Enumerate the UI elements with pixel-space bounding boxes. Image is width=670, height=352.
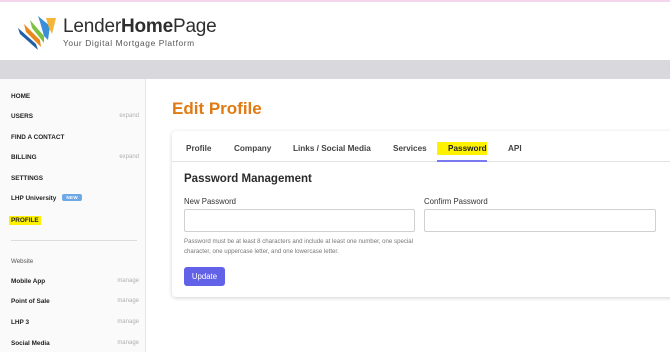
brand-name: LenderHomePage [63,16,217,38]
brand-logo[interactable]: LenderHomePage Your Digital Mortgage Pla… [16,14,217,56]
sidebar-item-label: SETTINGS [11,175,43,182]
update-button[interactable]: Update [184,267,225,286]
page-title: Edit Profile [172,99,262,118]
sidebar-item-label: USERS [11,113,34,120]
manage-link[interactable]: manage [117,340,139,346]
expand-link[interactable]: expand [119,113,139,119]
sidebar-item-mobile-app[interactable]: Mobile App manage [11,276,139,290]
active-tab-indicator [437,160,487,162]
sidebar-item-lhp-3[interactable]: LHP 3 manage [11,317,139,331]
brand-name-part2: Home [120,16,173,37]
expand-link[interactable]: expand [119,154,139,160]
brand-tagline: Your Digital Mortgage Platform [63,38,195,48]
tab-profile[interactable]: Profile [186,144,211,153]
sidebar-item-label: BILLING [11,154,37,161]
profile-card: Profile Company Links / Social Media Ser… [172,131,670,297]
brand-name-part3: Page [172,16,217,37]
confirm-password-input[interactable] [424,209,656,232]
sidebar-item-label: Point of Sale [11,298,50,305]
sidebar-item-label-wrap: LHP University NEW [11,194,82,202]
sidebar-divider [11,240,137,241]
sidebar-item-find-a-contact[interactable]: FIND A CONTACT [11,132,139,146]
sidebar-item-label: LHP University [11,195,57,202]
manage-link[interactable]: manage [117,278,139,284]
top-accent-line [0,0,670,2]
sidebar-item-billing[interactable]: BILLING expand [11,152,139,166]
new-badge: NEW [62,194,82,201]
sidebar-item-home[interactable]: HOME [11,91,139,105]
sidebar-item-label: Mobile App [11,278,46,285]
confirm-password-label: Confirm Password [424,197,488,206]
sidebar: HOME USERS expand FIND A CONTACT BILLING… [0,79,146,352]
tab-api[interactable]: API [508,144,522,153]
sidebar-item-label: PROFILE [9,216,41,225]
tab-services[interactable]: Services [393,144,427,153]
sidebar-item-settings[interactable]: SETTINGS [11,173,139,187]
tab-links-social-media[interactable]: Links / Social Media [293,144,371,153]
sidebar-item-label: Social Media [11,340,50,347]
manage-link[interactable]: manage [117,298,139,304]
sidebar-section-title: Website [11,258,34,265]
new-password-input[interactable] [184,209,415,232]
sidebar-item-point-of-sale[interactable]: Point of Sale manage [11,296,139,310]
section-heading: Password Management [184,173,312,185]
password-help-text: Password must be at least 8 characters a… [184,238,413,255]
header-bar [0,60,670,79]
new-password-label: New Password [184,197,236,206]
sidebar-item-lhp-university[interactable]: LHP University NEW [11,193,139,207]
sidebar-item-label: HOME [11,93,31,100]
tab-bar: Profile Company Links / Social Media Ser… [172,131,670,162]
sidebar-item-label: FIND A CONTACT [11,134,65,141]
tab-password[interactable]: Password [448,144,487,153]
sidebar-item-social-media[interactable]: Social Media manage [11,338,139,352]
brand-name-part1: Lender [63,16,121,37]
tab-company[interactable]: Company [234,144,271,153]
logo-mark-icon [18,16,56,50]
sidebar-item-label: LHP 3 [11,319,29,326]
sidebar-item-profile[interactable]: PROFILE [9,214,139,228]
manage-link[interactable]: manage [117,319,139,325]
sidebar-item-users[interactable]: USERS expand [11,111,139,125]
